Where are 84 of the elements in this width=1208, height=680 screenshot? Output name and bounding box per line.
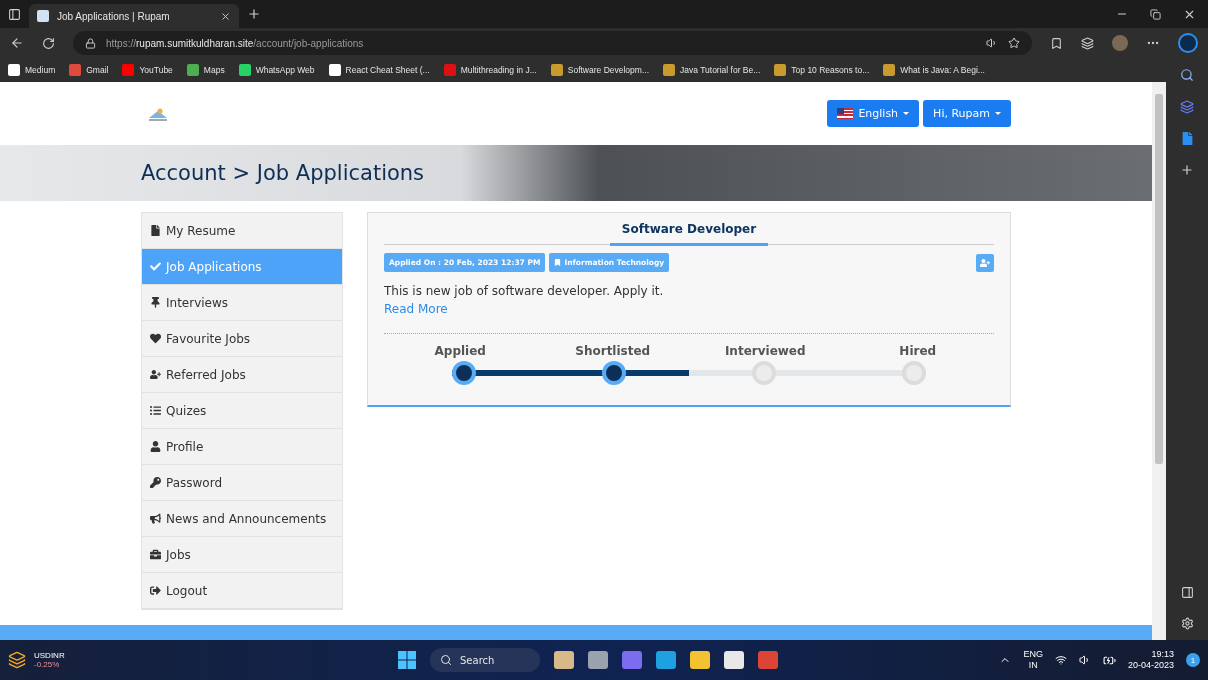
favorites-icon[interactable]	[1050, 36, 1063, 50]
add-icon[interactable]	[1180, 163, 1194, 177]
file-icon	[150, 225, 161, 236]
key-icon	[150, 477, 161, 488]
scrollbar[interactable]	[1152, 82, 1166, 640]
back-icon[interactable]	[10, 36, 24, 50]
bookmark[interactable]: Software Developm...	[550, 64, 649, 76]
job-title-tab[interactable]: Software Developer	[609, 213, 769, 246]
volume-icon[interactable]	[1078, 654, 1091, 666]
windows-start-icon[interactable]	[398, 651, 416, 669]
ticker-change: -0.25%	[34, 660, 61, 669]
flag-icon	[837, 108, 854, 119]
bookmark[interactable]: YouTube	[122, 64, 173, 76]
bookmark[interactable]: Java Tutorial for Be...	[663, 64, 761, 76]
bookmark-favicon	[550, 64, 563, 76]
search-icon[interactable]	[1180, 68, 1194, 82]
megaphone-icon	[150, 513, 161, 524]
user-plus-icon	[980, 257, 990, 268]
tab-actions-icon[interactable]	[8, 7, 21, 21]
check-icon	[150, 261, 161, 272]
menu-item[interactable]: Quizes	[142, 393, 342, 429]
close-icon[interactable]	[220, 10, 231, 22]
menu-item[interactable]: Profile	[142, 429, 342, 465]
bookmark-favicon	[443, 64, 456, 76]
address-bar[interactable]: https://rupam.sumitkuldharan.site/account/job-applications	[73, 31, 1032, 55]
bookmark-favicon	[328, 64, 341, 76]
breadcrumb-title: Account > Job Applications	[141, 161, 425, 185]
menu-item[interactable]: Interviews	[142, 285, 342, 321]
user-plus-icon	[150, 369, 161, 380]
menu-item[interactable]: Jobs	[142, 537, 342, 573]
menu-item[interactable]: Password	[142, 465, 342, 501]
browser-tab[interactable]: Job Applications | Rupam	[29, 4, 239, 28]
bookmark[interactable]: React Cheat Sheet (...	[328, 64, 430, 76]
bookmark-favicon	[663, 64, 675, 76]
step-label: Interviewed	[724, 344, 806, 358]
search-icon	[440, 654, 452, 666]
bookmark[interactable]: Multithreading in J...	[443, 64, 537, 76]
ticker-symbol: USDINR	[34, 651, 65, 660]
menu-item[interactable]: Referred Jobs	[142, 357, 342, 393]
menu-item[interactable]: Logout	[142, 573, 342, 609]
site-favicon	[37, 10, 49, 22]
menu-item[interactable]: Favourite Jobs	[142, 321, 342, 357]
clock-date[interactable]: 20-04-2023	[1127, 660, 1174, 671]
bookmark-favicon	[186, 64, 199, 76]
new-tab-icon[interactable]	[247, 7, 261, 21]
bookmark[interactable]: Top 10 Reasons to...	[774, 64, 870, 76]
lock-icon	[85, 37, 96, 49]
bookmark[interactable]: What is Java: A Begi...	[883, 64, 985, 76]
bookmark-favicon	[69, 64, 82, 76]
bookmark[interactable]: Medium	[8, 64, 56, 76]
language-dropdown[interactable]: English	[827, 100, 920, 127]
heart-icon	[150, 333, 161, 344]
step-label: Applied	[434, 344, 486, 358]
wifi-icon[interactable]	[1054, 654, 1067, 666]
profile-avatar[interactable]	[1112, 35, 1128, 51]
taskbar-search[interactable]: Search	[430, 648, 540, 672]
pin-icon	[150, 297, 161, 308]
logout-icon	[150, 585, 161, 596]
step-label: Shortlisted	[575, 344, 651, 358]
step-label: Hired	[899, 344, 937, 358]
restore-icon[interactable]	[1150, 8, 1161, 20]
settings-icon[interactable]	[1180, 617, 1194, 630]
bookmark-favicon	[122, 64, 135, 76]
user-dropdown[interactable]: Hi, Rupam	[923, 100, 1011, 127]
bookmark-favicon	[238, 64, 251, 76]
bookmark[interactable]: WhatsApp Web	[238, 64, 315, 76]
bookmark-favicon	[883, 64, 896, 76]
add-favorite-icon[interactable]	[1008, 37, 1020, 49]
reload-icon[interactable]	[42, 36, 55, 50]
clock-time[interactable]: 19:13	[1151, 649, 1174, 660]
menu-item[interactable]: News and Announcements	[142, 501, 342, 537]
bookmark[interactable]: Gmail	[69, 64, 109, 76]
sidebar-toggle-icon[interactable]	[1180, 586, 1194, 599]
bookmark[interactable]: Maps	[186, 64, 225, 76]
briefcase-icon	[150, 549, 161, 560]
read-aloud-icon[interactable]	[986, 37, 998, 49]
keyboard-language[interactable]: ENG	[1023, 649, 1043, 660]
keyboard-region[interactable]: IN	[1028, 660, 1038, 671]
bookmark-favicon	[8, 64, 20, 76]
list-icon	[150, 405, 161, 416]
user-icon	[150, 441, 161, 452]
bookmark-icon	[554, 259, 562, 266]
bookmark-favicon	[774, 64, 787, 76]
job-description: This is new job of software developer. Apply it.	[384, 284, 665, 298]
